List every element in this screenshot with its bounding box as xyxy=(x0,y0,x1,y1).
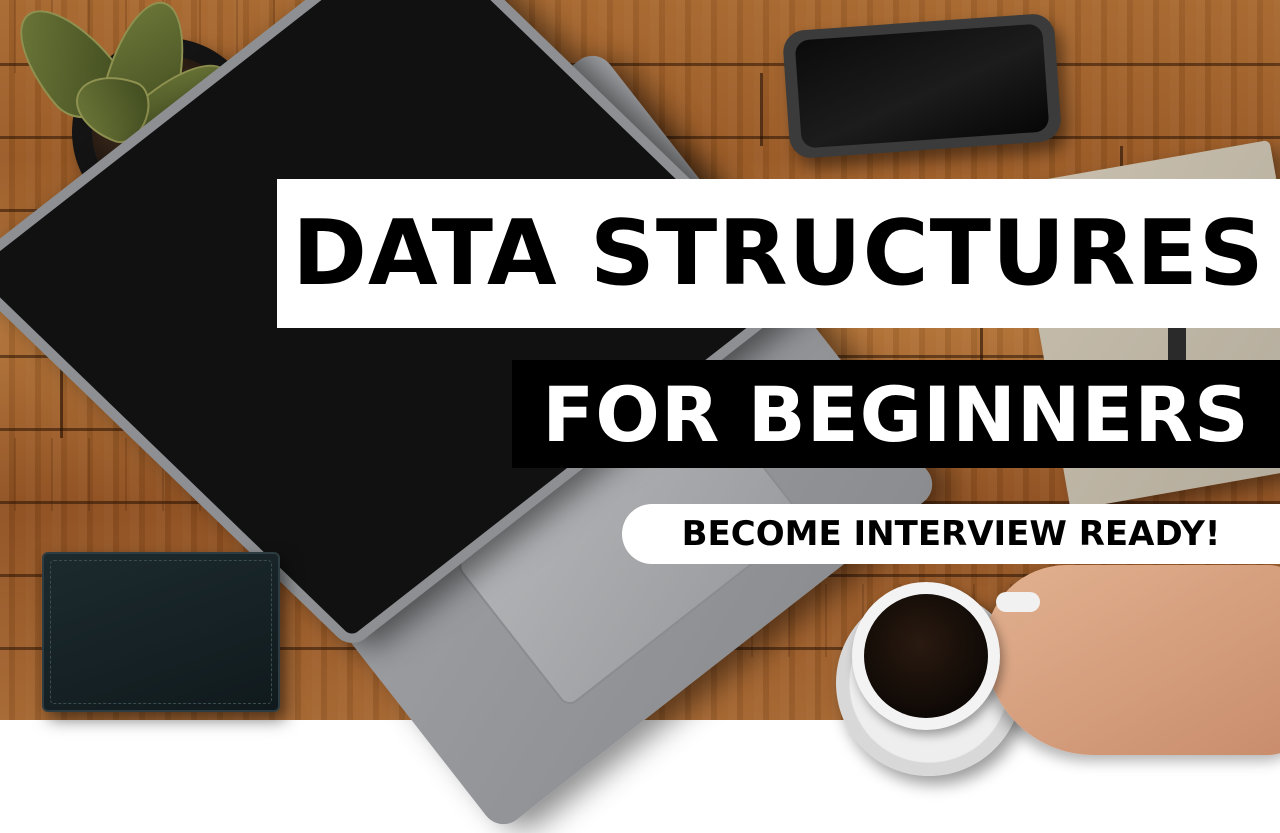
title-banner: DATA STRUCTURES xyxy=(277,179,1280,328)
subtitle-text: FOR BEGINNERS xyxy=(542,369,1250,459)
title-text: DATA STRUCTURES xyxy=(292,201,1265,306)
subtitle-banner: FOR BEGINNERS xyxy=(512,360,1280,468)
phone-icon xyxy=(781,12,1063,160)
plank-seam xyxy=(60,365,63,438)
cup-handle xyxy=(996,592,1040,612)
phone-screen xyxy=(794,23,1050,149)
tagline-banner: BECOME INTERVIEW READY! xyxy=(622,504,1280,564)
tagline-text: BECOME INTERVIEW READY! xyxy=(681,514,1221,554)
coffee xyxy=(864,594,988,718)
wallet-icon xyxy=(42,552,280,712)
plank-seam xyxy=(760,73,763,146)
